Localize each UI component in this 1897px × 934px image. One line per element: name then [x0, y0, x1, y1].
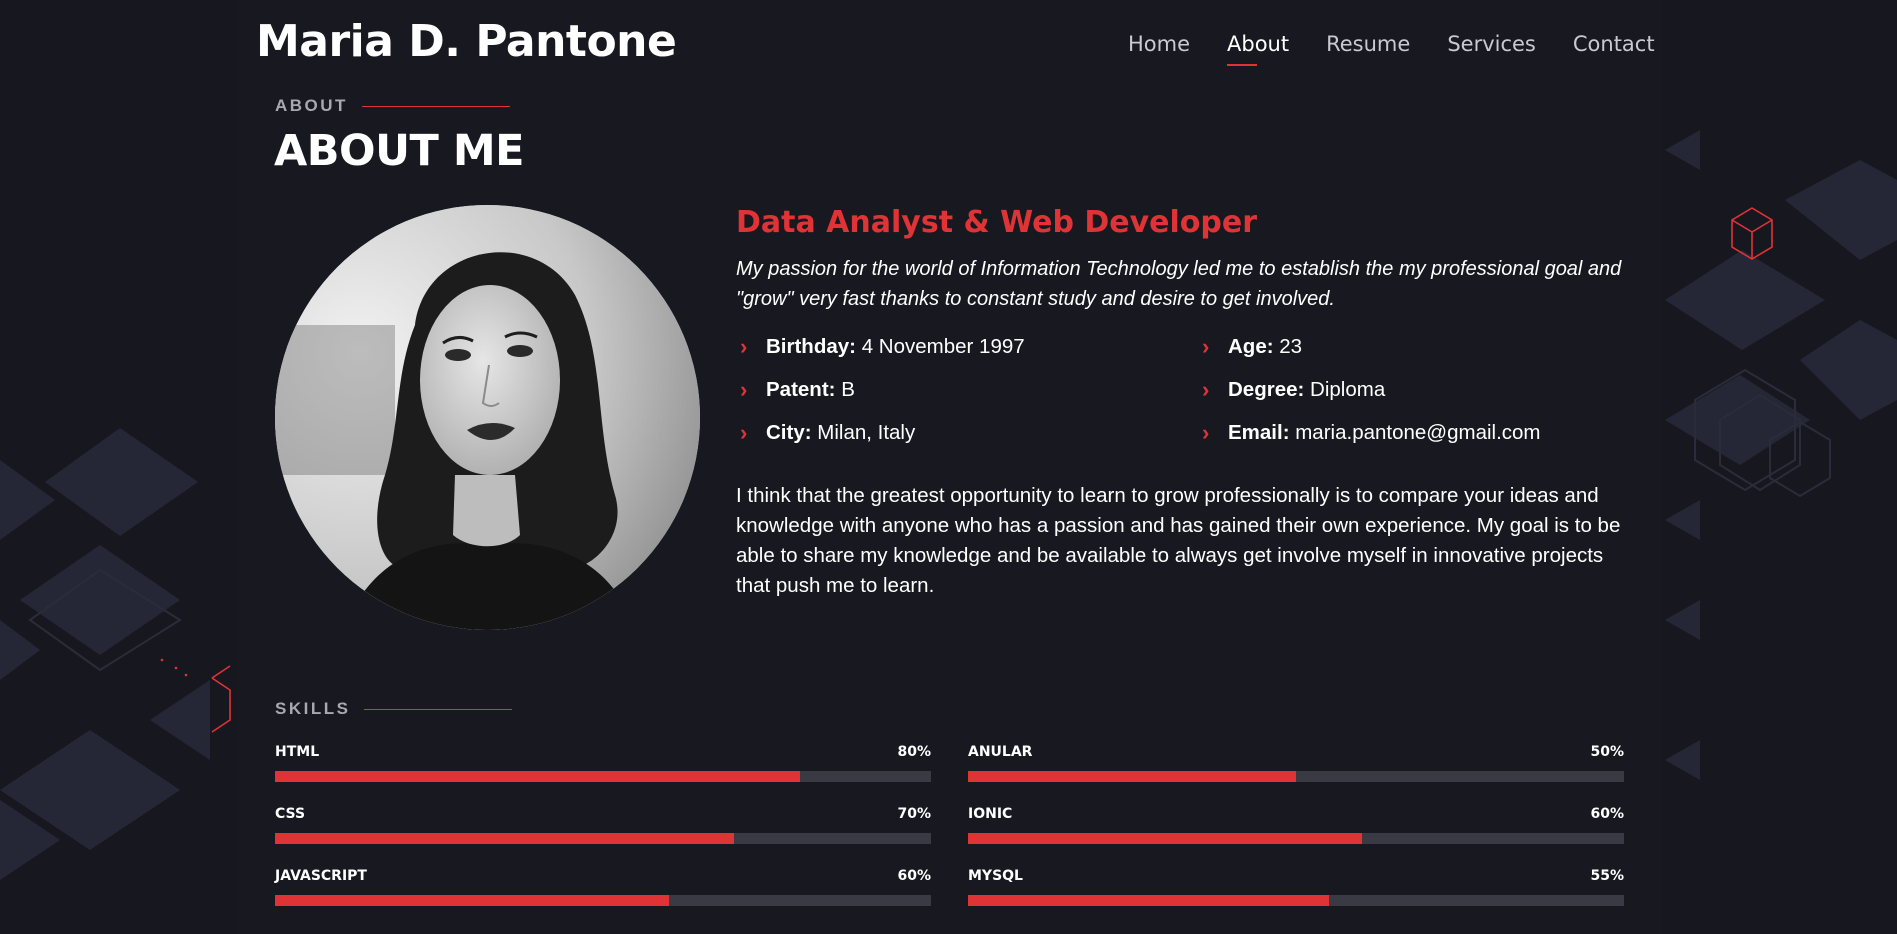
skill-name: JAVASCRIPT	[275, 868, 367, 884]
fact-label: Degree:	[1228, 378, 1305, 401]
fact-value[interactable]: maria.pantone@gmail.com	[1295, 421, 1540, 444]
site-logo[interactable]: Maria D. Pantone	[256, 16, 677, 67]
main-nav: Home About Resume Services Contact	[1128, 32, 1655, 66]
eyebrow-divider	[364, 708, 513, 710]
skill-css: CSS 70%	[275, 806, 931, 844]
skill-ionic: IONIC 60%	[968, 806, 1624, 844]
chevron-right-icon: ›	[740, 377, 748, 402]
skills-eyebrow-label: SKILLS	[275, 699, 351, 718]
chevron-right-icon: ›	[740, 420, 748, 445]
fact-label: Age:	[1228, 335, 1274, 358]
about-bio: I think that the greatest opportunity to…	[736, 484, 1621, 597]
skill-anular: ANULAR 50%	[968, 744, 1624, 782]
nav-resume[interactable]: Resume	[1326, 32, 1410, 56]
fact-value: Diploma	[1310, 378, 1386, 401]
fact-label: City:	[766, 421, 812, 444]
skill-percent: 70%	[897, 806, 931, 822]
skill-progress-fill	[275, 895, 669, 906]
fact-label: Birthday:	[766, 335, 856, 358]
about-intro: My passion for the world of Information …	[736, 258, 1622, 310]
about-eyebrow: ABOUT	[275, 96, 510, 116]
fact-value: B	[841, 378, 855, 401]
nav-services[interactable]: Services	[1447, 32, 1536, 56]
fact-value: 23	[1279, 335, 1303, 358]
cube-icon	[211, 665, 231, 733]
fact-birthday: › Birthday: 4 November 1997	[740, 334, 1025, 360]
about-title: ABOUT ME	[274, 126, 525, 176]
chevron-right-icon: ›	[740, 334, 748, 359]
skill-name: MYSQL	[968, 868, 1023, 884]
skill-progress-fill	[968, 771, 1296, 782]
skill-progress-track	[275, 833, 931, 844]
chevron-right-icon: ›	[1202, 334, 1210, 359]
skill-percent: 50%	[1590, 744, 1624, 760]
skill-name: CSS	[275, 806, 306, 822]
chevron-right-icon: ›	[1202, 377, 1210, 402]
nav-home[interactable]: Home	[1128, 32, 1190, 56]
skill-progress-fill	[275, 833, 735, 844]
skill-progress-fill	[968, 895, 1329, 906]
skill-javascript: JAVASCRIPT 60%	[275, 868, 931, 906]
skill-progress-fill	[968, 833, 1362, 844]
skill-percent: 60%	[1590, 806, 1624, 822]
fact-patent: › Patent: B	[740, 377, 855, 403]
about-eyebrow-label: ABOUT	[275, 96, 348, 115]
fact-label: Patent:	[766, 378, 836, 401]
fact-value: 4 November 1997	[861, 335, 1025, 358]
skill-name: IONIC	[968, 806, 1013, 822]
skill-progress-track	[275, 895, 931, 906]
about-role: Data Analyst & Web Developer	[736, 205, 1258, 240]
skill-percent: 60%	[897, 868, 931, 884]
skill-name: HTML	[275, 744, 320, 760]
fact-email: › Email: maria.pantone@gmail.com	[1202, 420, 1541, 446]
chevron-right-icon: ›	[1202, 420, 1210, 445]
skill-progress-track	[968, 895, 1624, 906]
fact-value: Milan, Italy	[817, 421, 916, 444]
skill-progress-track	[968, 771, 1624, 782]
fact-degree: › Degree: Diploma	[1202, 377, 1385, 403]
fact-age: › Age: 23	[1202, 334, 1302, 360]
profile-photo	[275, 205, 700, 630]
fact-label: Email:	[1228, 421, 1290, 444]
nav-contact[interactable]: Contact	[1573, 32, 1655, 56]
skill-percent: 55%	[1590, 868, 1624, 884]
skill-mysql: MYSQL 55%	[968, 868, 1624, 906]
skill-progress-track	[968, 833, 1624, 844]
skill-progress-track	[275, 771, 931, 782]
fact-city: › City: Milan, Italy	[740, 420, 915, 446]
cube-icon	[1731, 207, 1773, 260]
nav-about[interactable]: About	[1227, 32, 1289, 66]
skill-name: ANULAR	[968, 744, 1033, 760]
skill-html: HTML 80%	[275, 744, 931, 782]
skill-progress-fill	[275, 771, 800, 782]
skill-percent: 80%	[897, 744, 931, 760]
skills-eyebrow: SKILLS	[275, 699, 513, 719]
eyebrow-divider	[361, 105, 510, 107]
